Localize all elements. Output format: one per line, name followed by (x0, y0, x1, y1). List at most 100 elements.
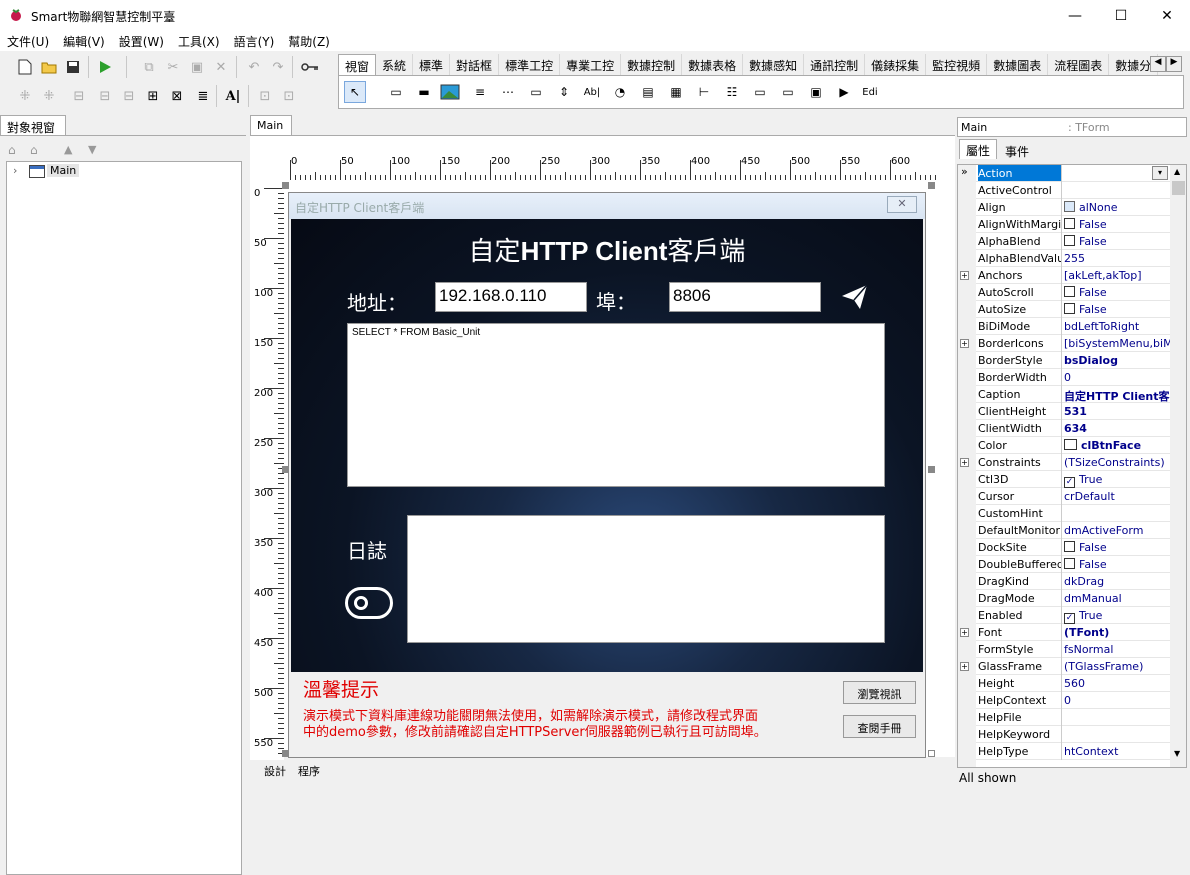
component-list[interactable]: ☷ (721, 81, 743, 103)
property-row[interactable]: DockSite False (976, 539, 1170, 556)
property-value[interactable]: bdLeftToRight (1064, 320, 1170, 333)
object-selector[interactable]: Main : TForm (957, 117, 1187, 137)
checkbox-icon[interactable] (1064, 303, 1075, 314)
palette-tab[interactable]: 系統 (376, 54, 414, 75)
checkbox-checked-icon[interactable]: ✓ (1064, 477, 1075, 488)
property-value[interactable]: 自定HTTP Client客 (1064, 388, 1170, 404)
tree-node-main[interactable]: Main (47, 164, 80, 177)
property-row[interactable]: + Constraints (TSizeConstraints) (960, 454, 1170, 471)
property-row[interactable]: DefaultMonitor dmActiveForm (976, 522, 1170, 539)
property-value[interactable]: 531 (1064, 405, 1170, 418)
redo-button[interactable]: ↷ (267, 56, 289, 78)
palette-tab[interactable]: 標準工控 (499, 54, 561, 75)
property-value[interactable]: [akLeft,akTop] (1064, 269, 1170, 282)
property-row[interactable]: DragKind dkDrag (976, 573, 1170, 590)
port-input[interactable]: 8806 (669, 282, 821, 312)
property-value[interactable]: [biSystemMenu,biMini (1064, 337, 1170, 350)
component-groupbox[interactable]: ▬ (413, 81, 435, 103)
menu-tools[interactable]: 工具(X) (171, 31, 227, 51)
component-form[interactable]: ▤ (637, 81, 659, 103)
address-input[interactable]: 192.168.0.110 (435, 282, 587, 312)
checkbox-icon[interactable] (1064, 541, 1075, 552)
property-value[interactable]: False (1064, 303, 1170, 316)
palette-tab[interactable]: 儀錶採集 (865, 54, 927, 75)
palette-tab[interactable]: 數據感知 (743, 54, 805, 75)
tree-tool-icon-2[interactable]: ⌂ (30, 143, 38, 157)
maximize-button[interactable]: ☐ (1098, 0, 1144, 31)
property-row[interactable]: Cursor crDefault (976, 488, 1170, 505)
expand-icon[interactable]: + (960, 628, 969, 637)
property-row[interactable]: ClientHeight 531 (976, 403, 1170, 420)
property-value[interactable]: 0 (1064, 694, 1170, 707)
resize-handle[interactable] (928, 466, 935, 473)
tree-tool-icon-1[interactable]: ⌂ (8, 143, 16, 157)
log-toggle[interactable] (345, 587, 393, 619)
resize-handle[interactable] (928, 750, 935, 757)
scroll-down-icon[interactable]: ▼ (1174, 749, 1180, 758)
property-value[interactable]: dmActiveForm (1064, 524, 1170, 537)
send-icon[interactable] (841, 284, 869, 310)
property-value[interactable]: ✓ True (1064, 473, 1170, 488)
checkbox-icon[interactable] (1064, 218, 1075, 229)
component-edit[interactable]: ▭ (525, 81, 547, 103)
designer-tab-main[interactable]: Main (250, 115, 292, 135)
space-button[interactable]: ⊞ (142, 85, 164, 107)
resize-handle[interactable] (282, 466, 289, 473)
resize-handle[interactable] (928, 182, 935, 189)
scroll-right-button[interactable]: ▶ (1166, 56, 1182, 72)
palette-tab[interactable]: 視窗 (338, 54, 377, 75)
scroll-left-button[interactable]: ◀ (1150, 56, 1166, 72)
expand-icon[interactable]: + (960, 271, 969, 280)
tree-expand-icon[interactable]: › (13, 164, 17, 177)
checkbox-icon[interactable] (1064, 558, 1075, 569)
align-left-button[interactable]: ⁜ (14, 85, 36, 107)
component-richlabel[interactable]: Ab| (581, 81, 603, 103)
key-button[interactable] (299, 56, 321, 78)
component-button[interactable]: ▭ (749, 81, 771, 103)
property-row[interactable]: Color clBtnFace (976, 437, 1170, 454)
move-up-icon[interactable]: ▲ (64, 143, 72, 156)
scroll-up-icon[interactable]: ▲ (1174, 167, 1180, 176)
property-value[interactable]: 255 (1064, 252, 1170, 265)
property-value[interactable]: dmManual (1064, 592, 1170, 605)
palette-tab[interactable]: 數據控制 (621, 54, 683, 75)
palette-tab[interactable]: 數據圖表 (987, 54, 1049, 75)
property-value[interactable]: fsNormal (1064, 643, 1170, 656)
checkbox-icon[interactable] (1064, 235, 1075, 246)
property-value[interactable]: (TSizeConstraints) (1064, 456, 1170, 469)
property-row[interactable]: Align alNone (976, 199, 1170, 216)
property-row[interactable]: DragMode dmManual (976, 590, 1170, 607)
property-row[interactable]: + GlassFrame (TGlassFrame) (960, 658, 1170, 675)
property-row[interactable]: BorderWidth 0 (976, 369, 1170, 386)
property-row[interactable]: AlphaBlendValue 255 (976, 250, 1170, 267)
property-row[interactable]: BiDiMode bdLeftToRight (976, 318, 1170, 335)
new-file-button[interactable] (14, 56, 36, 78)
browse-video-button[interactable]: 瀏覽視訊 (843, 681, 916, 704)
palette-tab[interactable]: 專業工控 (560, 54, 622, 75)
property-row[interactable]: BorderStyle bsDialog (976, 352, 1170, 369)
close-button[interactable]: ✕ (1144, 0, 1190, 31)
designed-form[interactable]: 自定HTTP Client客戶端 ✕ 自定HTTP Client客戶端 地址： … (288, 192, 926, 758)
component-panel[interactable]: ▭ (385, 81, 407, 103)
scrollbar-thumb[interactable] (1172, 181, 1185, 195)
component-editbox[interactable]: Edi (859, 81, 881, 103)
property-row[interactable]: DoubleBuffered False (976, 556, 1170, 573)
property-value[interactable]: False (1064, 286, 1170, 299)
component-memo[interactable]: ≡ (469, 81, 491, 103)
component-spin[interactable]: ⇕ (553, 81, 575, 103)
move-down-icon[interactable]: ▼ (88, 143, 96, 156)
cut-button[interactable]: ✂ (162, 56, 184, 78)
resize-handle[interactable] (282, 182, 289, 189)
save-button[interactable] (62, 56, 84, 78)
tab-code[interactable]: 程序 (298, 763, 320, 779)
property-value[interactable]: bsDialog (1064, 354, 1170, 367)
tab-events[interactable]: 事件 (999, 141, 1035, 162)
align-bottom-button[interactable]: ⊟ (118, 85, 140, 107)
property-value[interactable]: 634 (1064, 422, 1170, 435)
paste-button[interactable]: ▣ (186, 56, 208, 78)
property-value[interactable]: ✓ True (1064, 609, 1170, 624)
menu-edit[interactable]: 編輯(V) (56, 31, 112, 51)
text-align-button[interactable]: A| (222, 85, 244, 107)
order-button[interactable]: ≣ (192, 85, 214, 107)
component-tree[interactable]: ⊢ (693, 81, 715, 103)
